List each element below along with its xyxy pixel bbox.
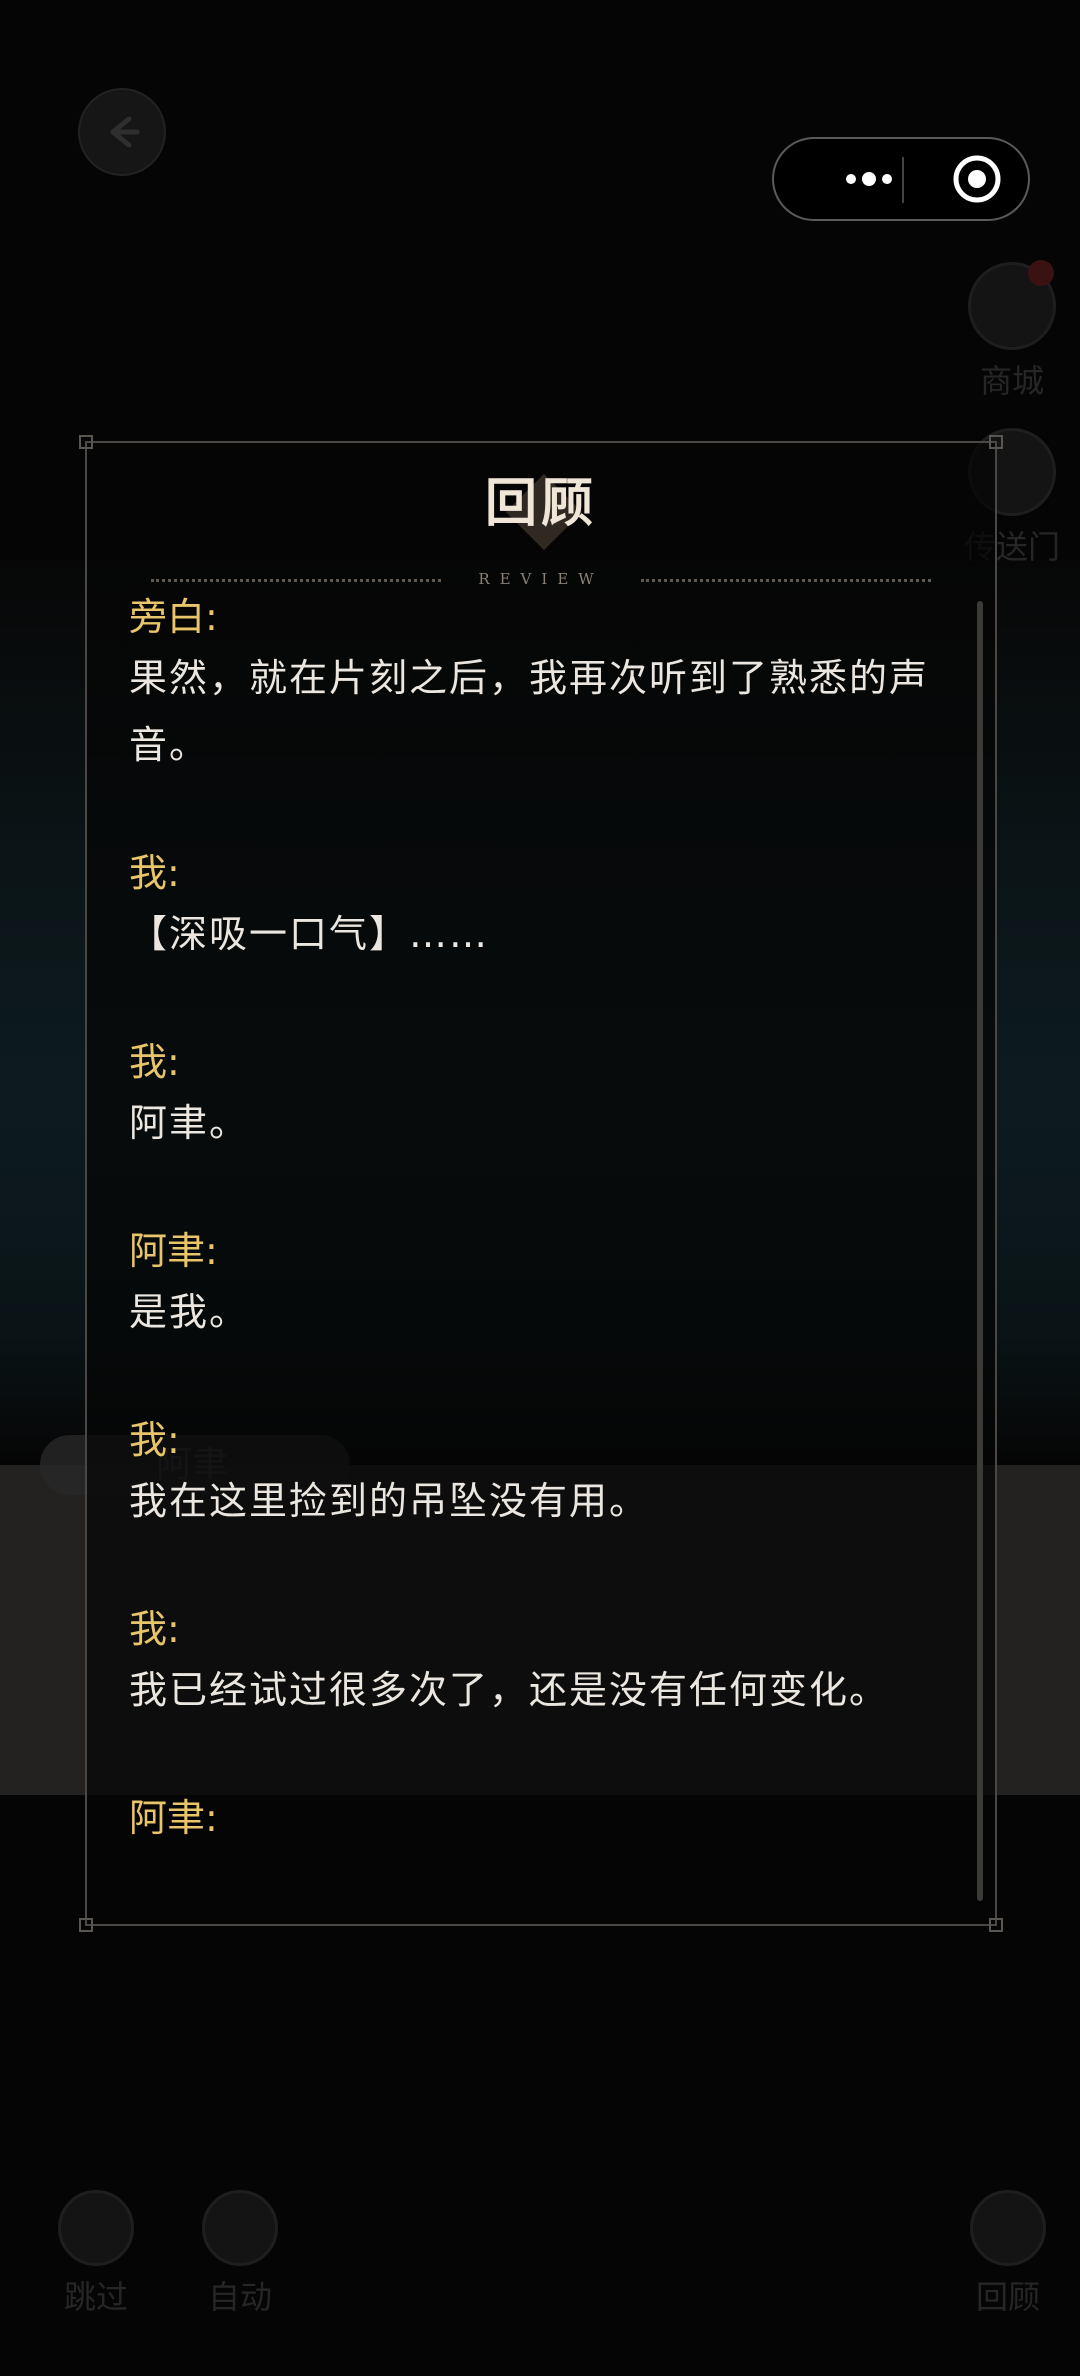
back-arrow-icon [110,116,140,148]
capsule-divider [902,157,904,203]
speaker-name: 我: [129,1040,180,1084]
corner-ornament [989,435,1003,449]
log-entry: 旁白: 果然，就在片刻之后，我再次听到了熟悉的声音。 [129,589,989,779]
log-entry: 我: 【深吸一口气】…… [129,845,989,968]
speaker-name: 我: [129,1607,180,1651]
miniprogram-capsule [772,137,1030,221]
shop-notification-dot [1028,260,1054,286]
log-entry: 我: 阿聿。 [129,1034,989,1157]
dialogue-text: 我已经试过很多次了，还是没有任何变化。 [129,1668,890,1712]
panel-subtitle-row: REVIEW [87,569,995,589]
corner-ornament [989,1918,1003,1932]
corner-ornament [79,435,93,449]
skip-icon [58,2190,134,2266]
speaker-name: 我: [129,851,180,895]
auto-button[interactable]: 自动 [196,2190,284,2318]
log-entry: 阿聿: [129,1790,989,1846]
dotted-divider-left [151,579,441,582]
review-button[interactable]: 回顾 [964,2190,1052,2318]
speaker-name: 阿聿: [129,1229,218,1273]
skip-label: 跳过 [63,2278,128,2316]
close-target-icon [953,155,1001,203]
panel-title: 回顾 [484,473,597,534]
play-icon [202,2190,278,2266]
panel-header: 回顾 [87,469,995,559]
shop-label: 商城 [979,362,1044,400]
dotted-divider-right [641,579,931,582]
clock-icon [970,2190,1046,2266]
dialogue-text: 【深吸一口气】…… [129,912,490,956]
dialogue-log[interactable]: 旁白: 果然，就在片刻之后，我再次听到了熟悉的声音。 我: 【深吸一口气】…… … [129,589,989,1893]
log-entry: 我: 我已经试过很多次了，还是没有任何变化。 [129,1601,989,1724]
skip-button[interactable]: 跳过 [52,2190,140,2318]
dialogue-text: 我在这里捡到的吊坠没有用。 [129,1479,650,1523]
close-button[interactable] [922,139,1032,219]
panel-subtitle: REVIEW [478,570,604,588]
back-button[interactable] [78,88,166,176]
auto-label: 自动 [207,2278,272,2316]
more-button[interactable] [814,139,924,219]
dialogue-text: 是我。 [129,1290,250,1334]
review-panel: 回顾 REVIEW 旁白: 果然，就在片刻之后，我再次听到了熟悉的声音。 我: … [79,435,1003,1932]
corner-ornament [79,1918,93,1932]
review-label: 回顾 [975,2278,1040,2316]
scrollbar-track[interactable] [977,601,983,1901]
speaker-name: 旁白: [129,595,218,639]
speaker-name: 阿聿: [129,1796,218,1840]
more-dots-icon [846,172,892,186]
dialogue-text: 阿聿。 [129,1101,250,1145]
log-entry: 阿聿: 是我。 [129,1223,989,1346]
scrollbar-thumb[interactable] [977,601,983,1901]
dialogue-text: 果然，就在片刻之后，我再次听到了熟悉的声音。 [129,656,930,767]
speaker-name: 我: [129,1418,180,1462]
log-entry: 我: 我在这里捡到的吊坠没有用。 [129,1412,989,1535]
